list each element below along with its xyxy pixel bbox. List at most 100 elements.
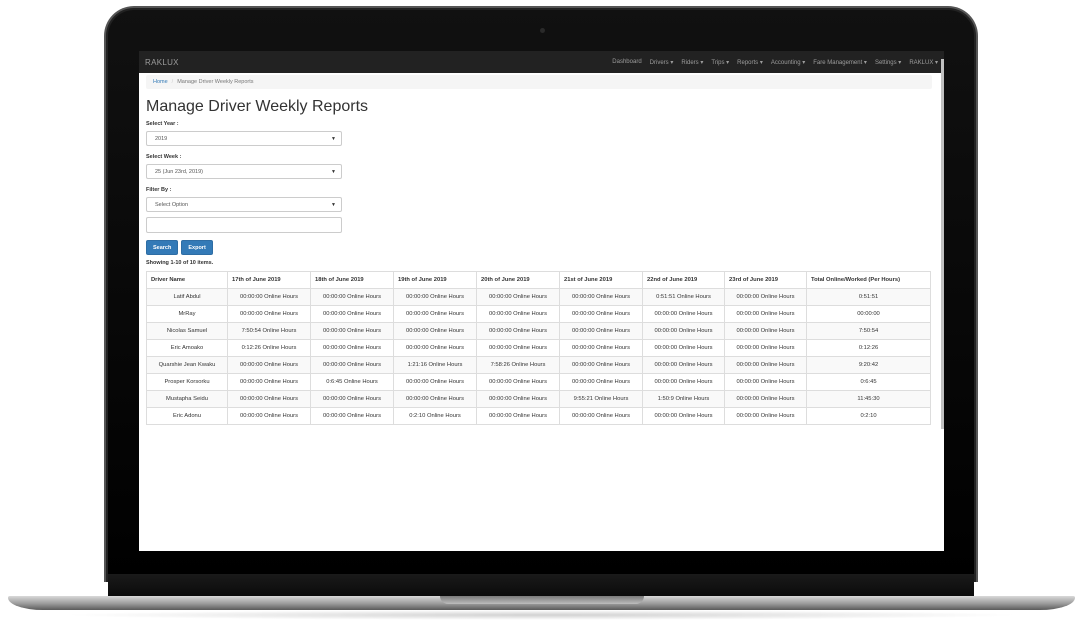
filter-select-value: Select Option bbox=[155, 201, 189, 208]
table-cell: 0:51:51 Online Hours bbox=[642, 288, 725, 306]
nav-item-accounting[interactable]: Accounting ▾ bbox=[771, 59, 805, 66]
table-cell: 00:00:00 Online Hours bbox=[393, 288, 477, 306]
table-cell: 7:50:54 Online Hours bbox=[227, 322, 311, 340]
year-label: Select Year : bbox=[146, 121, 179, 127]
column-header-day-4[interactable]: 20th of June 2019 bbox=[476, 271, 560, 289]
nav-item-riders[interactable]: Riders ▾ bbox=[681, 59, 703, 66]
table-cell: 00:00:00 Online Hours bbox=[559, 356, 643, 374]
table-cell: Eric Amoako bbox=[146, 339, 228, 357]
table-cell: 00:00:00 Online Hours bbox=[310, 305, 394, 323]
nav-item-trips[interactable]: Trips ▾ bbox=[711, 59, 729, 66]
table-cell: 00:00:00 Online Hours bbox=[724, 305, 807, 323]
nav-item-reports[interactable]: Reports ▾ bbox=[737, 59, 763, 66]
nav-item-settings[interactable]: Settings ▾ bbox=[875, 59, 901, 66]
table-cell: 00:00:00 Online Hours bbox=[642, 322, 725, 340]
table-cell: 00:00:00 Online Hours bbox=[642, 339, 725, 357]
laptop-chin bbox=[108, 574, 974, 596]
nav-item-user-menu[interactable]: RAKLUX ▾ bbox=[909, 59, 938, 66]
column-header-day-7[interactable]: 23rd of June 2019 bbox=[724, 271, 807, 289]
table-cell: 00:00:00 Online Hours bbox=[476, 373, 560, 391]
laptop-notch bbox=[440, 596, 644, 604]
column-header-day-6[interactable]: 22nd of June 2019 bbox=[642, 271, 725, 289]
table-cell: 0:12:26 Online Hours bbox=[227, 339, 311, 357]
export-button[interactable]: Export bbox=[181, 240, 213, 255]
table-cell: 1:21:16 Online Hours bbox=[393, 356, 477, 374]
table-cell: 00:00:00 Online Hours bbox=[559, 322, 643, 340]
chevron-down-icon: ▼ bbox=[331, 201, 336, 208]
column-header-day-3[interactable]: 19th of June 2019 bbox=[393, 271, 477, 289]
laptop-shadow bbox=[60, 610, 1023, 620]
week-select[interactable]: 25 (Jun 23rd, 2019) ▼ bbox=[146, 164, 342, 179]
table-cell: Eric Adonu bbox=[146, 407, 228, 425]
table-row: Eric Amoako 0:12:26 Online Hours 00:00:0… bbox=[146, 339, 931, 357]
breadcrumb-home-link[interactable]: Home bbox=[153, 79, 168, 85]
table-cell: 00:00:00 Online Hours bbox=[227, 407, 311, 425]
table-cell: 00:00:00 Online Hours bbox=[559, 288, 643, 306]
table-cell: 00:00:00 Online Hours bbox=[393, 305, 477, 323]
column-header-day-2[interactable]: 18th of June 2019 bbox=[310, 271, 394, 289]
table-cell: 0:2:10 bbox=[806, 407, 931, 425]
table-cell: 00:00:00 Online Hours bbox=[393, 322, 477, 340]
table-cell: 0:6:45 Online Hours bbox=[310, 373, 394, 391]
table-cell: Nicolas Samuel bbox=[146, 322, 228, 340]
top-navbar: RAKLUX Dashboard Drivers ▾ Riders ▾ Trip… bbox=[139, 51, 944, 73]
brand-logo[interactable]: RAKLUX bbox=[145, 58, 179, 67]
table-header-row: Driver Name 17th of June 2019 18th of Ju… bbox=[146, 271, 931, 289]
breadcrumb-separator: / bbox=[171, 79, 174, 85]
breadcrumb: Home / Manage Driver Weekly Reports bbox=[146, 75, 932, 89]
table-cell: 0:12:26 bbox=[806, 339, 931, 357]
week-select-value: 25 (Jun 23rd, 2019) bbox=[155, 168, 204, 175]
table-cell: 00:00:00 Online Hours bbox=[310, 339, 394, 357]
table-cell: 00:00:00 Online Hours bbox=[476, 407, 560, 425]
table-cell: 00:00:00 Online Hours bbox=[724, 356, 807, 374]
table-cell: 00:00:00 Online Hours bbox=[227, 288, 311, 306]
table-cell: 00:00:00 Online Hours bbox=[724, 288, 807, 306]
table-row: Nicolas Samuel 7:50:54 Online Hours 00:0… bbox=[146, 322, 931, 340]
table-cell: 00:00:00 Online Hours bbox=[724, 373, 807, 391]
table-cell: 00:00:00 Online Hours bbox=[642, 373, 725, 391]
search-button[interactable]: Search bbox=[146, 240, 179, 255]
table-cell: 00:00:00 Online Hours bbox=[227, 356, 311, 374]
table-cell: MrRay bbox=[146, 305, 228, 323]
screen: RAKLUX Dashboard Drivers ▾ Riders ▾ Trip… bbox=[139, 51, 944, 551]
table-cell: Quarshie Jean Kwaku bbox=[146, 356, 228, 374]
nav-item-drivers[interactable]: Drivers ▾ bbox=[650, 59, 674, 66]
year-select-value: 2019 bbox=[155, 135, 168, 142]
table-cell: 00:00:00 Online Hours bbox=[476, 305, 560, 323]
table-cell: Mustapha Seidu bbox=[146, 390, 228, 408]
page-title: Manage Driver Weekly Reports bbox=[146, 98, 369, 115]
table-cell: 00:00:00 Online Hours bbox=[310, 390, 394, 408]
year-select[interactable]: 2019 ▼ bbox=[146, 131, 342, 146]
breadcrumb-current: Manage Driver Weekly Reports bbox=[177, 79, 254, 85]
table-row: Mustapha Seidu 00:00:00 Online Hours 00:… bbox=[146, 390, 931, 408]
table-row: Quarshie Jean Kwaku 00:00:00 Online Hour… bbox=[146, 356, 931, 374]
table-row: Latif Abdul 00:00:00 Online Hours 00:00:… bbox=[146, 288, 931, 306]
table-cell: 00:00:00 Online Hours bbox=[559, 407, 643, 425]
table-cell: 00:00:00 Online Hours bbox=[559, 373, 643, 391]
table-cell: 00:00:00 Online Hours bbox=[393, 373, 477, 391]
column-header-day-1[interactable]: 17th of June 2019 bbox=[227, 271, 311, 289]
table-cell: 00:00:00 Online Hours bbox=[476, 322, 560, 340]
nav-item-dashboard[interactable]: Dashboard bbox=[612, 59, 641, 65]
table-cell: 00:00:00 Online Hours bbox=[724, 390, 807, 408]
weekly-report-table: Driver Name 17th of June 2019 18th of Ju… bbox=[146, 271, 931, 425]
table-cell: 0:2:10 Online Hours bbox=[393, 407, 477, 425]
column-header-driver-name[interactable]: Driver Name bbox=[146, 271, 228, 289]
table-cell: 00:00:00 Online Hours bbox=[227, 390, 311, 408]
nav-item-fare-management[interactable]: Fare Management ▾ bbox=[813, 59, 867, 66]
table-cell: 00:00:00 Online Hours bbox=[227, 373, 311, 391]
week-label: Select Week : bbox=[146, 154, 182, 160]
table-cell: 00:00:00 Online Hours bbox=[476, 390, 560, 408]
table-cell: 00:00:00 Online Hours bbox=[642, 407, 725, 425]
column-header-day-5[interactable]: 21st of June 2019 bbox=[559, 271, 643, 289]
vertical-scrollbar[interactable] bbox=[941, 59, 944, 429]
table-cell: 00:00:00 Online Hours bbox=[310, 288, 394, 306]
table-row: Prosper Korsorku 00:00:00 Online Hours 0… bbox=[146, 373, 931, 391]
column-header-total[interactable]: Total Online/Worked (Per Hours) bbox=[806, 271, 931, 289]
filter-text-input[interactable] bbox=[146, 217, 342, 233]
table-cell: 00:00:00 Online Hours bbox=[310, 356, 394, 374]
filter-select[interactable]: Select Option ▼ bbox=[146, 197, 342, 212]
table-cell: 7:50:54 bbox=[806, 322, 931, 340]
table-cell: Latif Abdul bbox=[146, 288, 228, 306]
filter-label: Filter By : bbox=[146, 187, 172, 193]
